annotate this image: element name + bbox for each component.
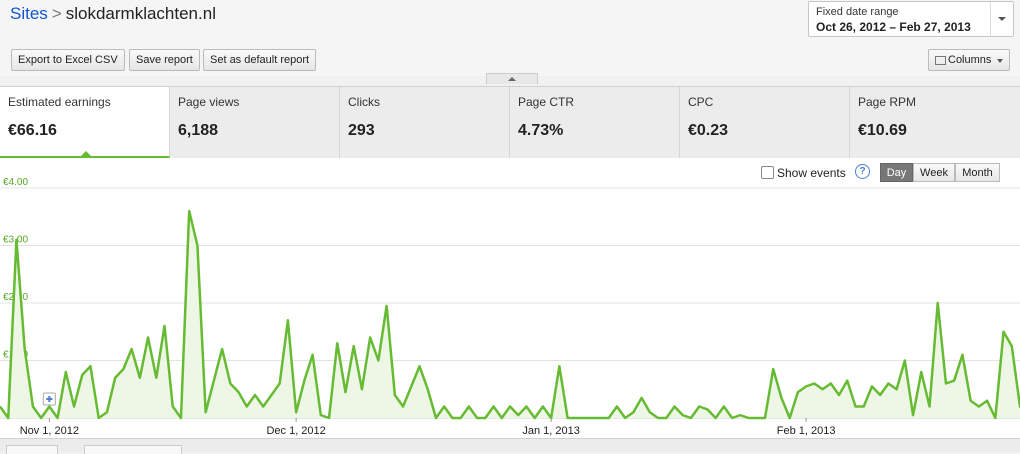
chevron-down-icon	[997, 59, 1003, 63]
metric-tab-page-views[interactable]: Page views 6,188	[170, 87, 340, 158]
y-tick-label: €4.00	[3, 178, 28, 188]
breadcrumb-separator: >	[52, 4, 62, 23]
metric-label: CPC	[688, 95, 713, 109]
date-range-picker[interactable]: Fixed date range Oct 26, 2012 – Feb 27, …	[808, 1, 1014, 37]
metric-value: €0.23	[688, 122, 728, 140]
columns-button-label: Columns	[948, 50, 991, 70]
breadcrumb: Sites>slokdarmklachten.nl	[10, 4, 216, 24]
metric-label: Page CTR	[518, 95, 574, 109]
metric-value: €10.69	[858, 122, 907, 140]
metric-tab-page-ctr[interactable]: Page CTR 4.73%	[510, 87, 680, 158]
earnings-area-fill	[0, 211, 1020, 418]
metric-value: 6,188	[178, 122, 218, 140]
x-tick-label: Feb 1, 2013	[777, 425, 836, 437]
collapse-toggle-chevron-up-icon[interactable]	[486, 73, 538, 84]
x-tick-label: Nov 1, 2012	[20, 425, 79, 437]
x-tick-label: Dec 1, 2012	[266, 425, 325, 437]
set-default-report-button[interactable]: Set as default report	[203, 49, 316, 71]
x-tick-label: Jan 1, 2013	[522, 425, 580, 437]
metric-value: 293	[348, 122, 375, 140]
metric-tab-page-rpm[interactable]: Page RPM €10.69	[850, 87, 1020, 158]
columns-button[interactable]: Columns	[928, 49, 1010, 71]
metric-tab-clicks[interactable]: Clicks 293	[340, 87, 510, 158]
earnings-line-chart: €1.00€2.00€3.00€4.00Nov 1, 2012Dec 1, 20…	[0, 178, 1020, 438]
active-tab-indicator	[80, 151, 92, 157]
metric-label: Page views	[178, 95, 239, 109]
breadcrumb-current-site: slokdarmklachten.nl	[66, 4, 216, 23]
metric-label: Page RPM	[858, 95, 916, 109]
metric-label: Clicks	[348, 95, 380, 109]
metric-tabs: Estimated earnings €66.16 Page views 6,1…	[0, 86, 1020, 159]
date-range-value: Oct 26, 2012 – Feb 27, 2013	[816, 20, 971, 34]
save-report-button[interactable]: Save report	[129, 49, 200, 71]
help-icon[interactable]: ?	[855, 164, 870, 179]
report-header: Sites>slokdarmklachten.nl Fixed date ran…	[0, 0, 1020, 76]
chevron-down-icon[interactable]	[990, 2, 1013, 36]
export-csv-button[interactable]: Export to Excel CSV	[11, 49, 125, 71]
metric-label: Estimated earnings	[8, 95, 111, 109]
metric-value: €66.16	[8, 122, 57, 140]
breadcrumb-sites-link[interactable]: Sites	[10, 4, 48, 23]
metric-tab-estimated-earnings[interactable]: Estimated earnings €66.16	[0, 87, 170, 159]
date-range-label: Fixed date range	[816, 6, 899, 18]
columns-icon	[935, 56, 946, 65]
metric-value: 4.73%	[518, 122, 563, 140]
lower-panel-tab[interactable]	[6, 445, 58, 454]
lower-panel-tab[interactable]	[84, 445, 182, 454]
metric-tab-cpc[interactable]: CPC €0.23	[680, 87, 850, 158]
